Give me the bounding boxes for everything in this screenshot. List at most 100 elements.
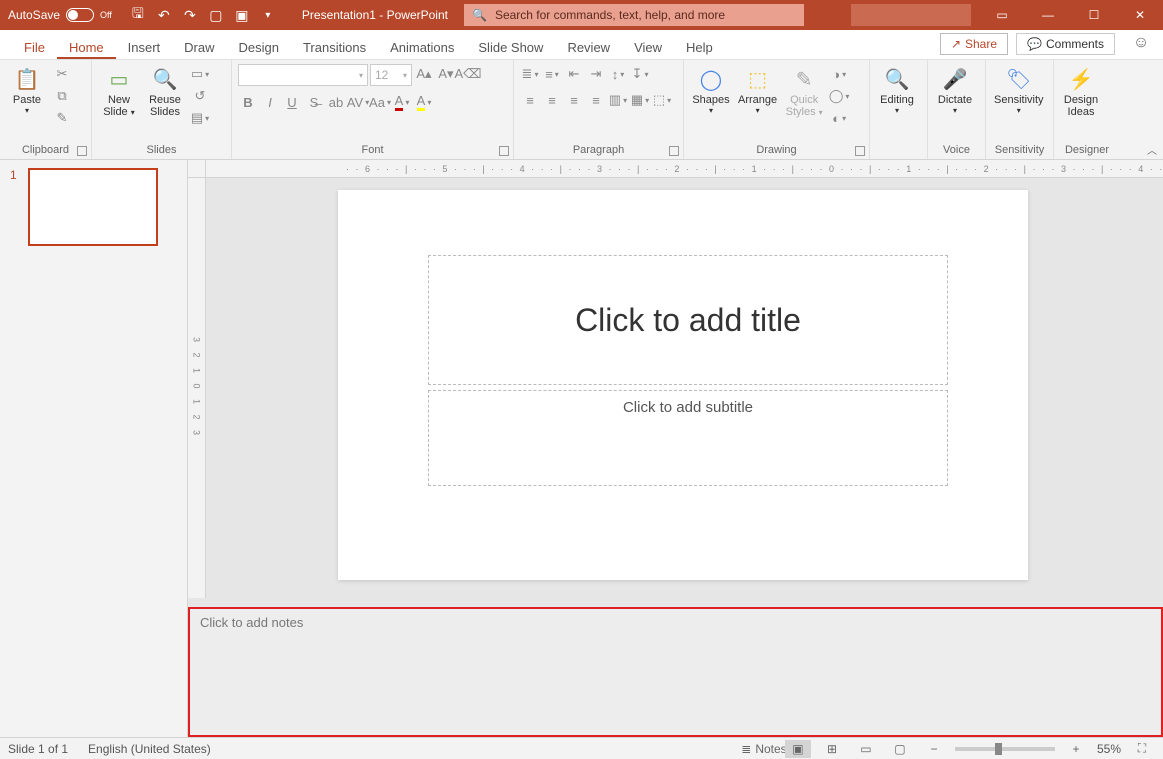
undo-icon[interactable]: ↶ xyxy=(152,3,176,27)
dialog-launcher-font[interactable] xyxy=(499,146,509,156)
slide-thumbnail-1[interactable]: 1 xyxy=(10,168,177,246)
slide-thumbnail-panel[interactable]: 1 xyxy=(0,160,188,737)
zoom-out-icon[interactable]: − xyxy=(921,740,947,758)
shapes-button[interactable]: ◯ Shapes▾ xyxy=(690,64,732,117)
collapse-ribbon-icon[interactable]: ︿ xyxy=(1147,142,1157,157)
comments-button[interactable]: 💬Comments xyxy=(1016,33,1115,55)
decrease-font-icon[interactable]: A▾ xyxy=(436,64,456,84)
tab-help[interactable]: Help xyxy=(674,34,725,59)
arrange-button[interactable]: ⬚ Arrange▾ xyxy=(736,64,779,117)
align-right-icon[interactable]: ≡ xyxy=(564,90,584,110)
strikethrough-icon[interactable]: S̶ xyxy=(304,92,324,112)
notes-toggle[interactable]: ≣Notes xyxy=(751,740,777,758)
zoom-percent[interactable]: 55% xyxy=(1097,742,1121,756)
copy-icon[interactable]: ⧉ xyxy=(52,86,72,106)
ribbon-display-options-icon[interactable]: ▭ xyxy=(979,0,1025,30)
decrease-indent-icon[interactable]: ⇤ xyxy=(564,64,584,84)
reuse-slides-button[interactable]: 🔍 Reuse Slides xyxy=(144,64,186,120)
dialog-launcher-drawing[interactable] xyxy=(855,146,865,156)
italic-icon[interactable]: I xyxy=(260,92,280,112)
underline-icon[interactable]: U xyxy=(282,92,302,112)
quick-styles-button[interactable]: ✎ Quick Styles ▾ xyxy=(783,64,825,120)
dialog-launcher-clipboard[interactable] xyxy=(77,146,87,156)
columns-icon[interactable]: ▥ xyxy=(608,90,628,110)
present-from-start-icon[interactable]: ▢ xyxy=(204,3,228,27)
autosave-toggle[interactable] xyxy=(66,8,94,22)
clear-formatting-icon[interactable]: A⌫ xyxy=(458,64,478,84)
design-ideas-button[interactable]: ⚡ Design Ideas xyxy=(1060,64,1102,120)
tab-animations[interactable]: Animations xyxy=(378,34,466,59)
new-slide-button[interactable]: ▭ New Slide ▾ xyxy=(98,64,140,120)
tab-review[interactable]: Review xyxy=(555,34,622,59)
line-spacing-icon[interactable]: ↕ xyxy=(608,64,628,84)
notes-pane[interactable]: Click to add notes xyxy=(188,607,1163,737)
normal-view-icon[interactable]: ▣ xyxy=(785,740,811,758)
align-center-icon[interactable]: ≡ xyxy=(542,90,562,110)
format-painter-icon[interactable]: ✎ xyxy=(52,108,72,128)
close-button[interactable]: ✕ xyxy=(1117,0,1163,30)
tab-transitions[interactable]: Transitions xyxy=(291,34,378,59)
dictate-button[interactable]: 🎤 Dictate▾ xyxy=(934,64,976,117)
font-size-combo[interactable]: 12▾ xyxy=(370,64,412,86)
slideshow-view-icon[interactable]: ▢ xyxy=(887,740,913,758)
save-icon[interactable]: 🖫 xyxy=(126,3,150,27)
shape-effects-icon[interactable]: ◐ xyxy=(829,108,849,128)
smartart-icon[interactable]: ⬚ xyxy=(652,90,672,110)
qat-more-icon[interactable]: ▾ xyxy=(256,3,280,27)
autosave-control[interactable]: AutoSave Off xyxy=(0,8,120,22)
paste-button[interactable]: 📋 Paste ▾ xyxy=(6,64,48,117)
tab-design[interactable]: Design xyxy=(227,34,291,59)
align-text-icon[interactable]: ▦ xyxy=(630,90,650,110)
font-color-icon[interactable]: A xyxy=(392,92,412,112)
horizontal-ruler[interactable]: · · 6 · · · | · · · 5 · · · | · · · 4 · … xyxy=(206,160,1163,178)
tab-insert[interactable]: Insert xyxy=(116,34,173,59)
zoom-slider[interactable] xyxy=(955,747,1055,751)
minimize-button[interactable]: — xyxy=(1025,0,1071,30)
reset-icon[interactable]: ↺ xyxy=(190,86,210,106)
numbering-icon[interactable]: ≡ xyxy=(542,64,562,84)
increase-font-icon[interactable]: A▴ xyxy=(414,64,434,84)
fit-to-window-icon[interactable]: ⛶ xyxy=(1129,740,1155,758)
increase-indent-icon[interactable]: ⇥ xyxy=(586,64,606,84)
present-icon[interactable]: ▣ xyxy=(230,3,254,27)
char-spacing-icon[interactable]: AV xyxy=(348,92,368,112)
layout-icon[interactable]: ▭ xyxy=(190,64,210,84)
shape-fill-icon[interactable]: ◑ xyxy=(829,64,849,84)
tab-file[interactable]: File xyxy=(12,34,57,59)
reading-view-icon[interactable]: ▭ xyxy=(853,740,879,758)
thumbnail-preview[interactable] xyxy=(28,168,158,246)
change-case-icon[interactable]: Aa xyxy=(370,92,390,112)
font-name-combo[interactable]: ▾ xyxy=(238,64,368,86)
redo-icon[interactable]: ↷ xyxy=(178,3,202,27)
bullets-icon[interactable]: ≣ xyxy=(520,64,540,84)
align-left-icon[interactable]: ≡ xyxy=(520,90,540,110)
shadow-icon[interactable]: ab xyxy=(326,92,346,112)
vertical-ruler[interactable]: 3 2 1 0 1 2 3 xyxy=(188,178,206,598)
section-icon[interactable]: ▤ xyxy=(190,108,210,128)
slide-canvas[interactable]: Click to add title Click to add subtitle xyxy=(338,190,1028,580)
tab-home[interactable]: Home xyxy=(57,34,116,59)
cut-icon[interactable]: ✂ xyxy=(52,64,72,84)
text-direction-icon[interactable]: ↧ xyxy=(630,64,650,84)
share-button[interactable]: ↗Share xyxy=(940,33,1008,55)
justify-icon[interactable]: ≡ xyxy=(586,90,606,110)
feedback-icon[interactable]: ☺ xyxy=(1127,29,1155,57)
tab-slide-show[interactable]: Slide Show xyxy=(466,34,555,59)
tell-me-search[interactable]: 🔍 Search for commands, text, help, and m… xyxy=(464,4,804,26)
account-button[interactable] xyxy=(851,4,971,26)
bold-icon[interactable]: B xyxy=(238,92,258,112)
slide-sorter-view-icon[interactable]: ⊞ xyxy=(819,740,845,758)
shape-outline-icon[interactable]: ◯ xyxy=(829,86,849,106)
sensitivity-button[interactable]: 🏷 Sensitivity▾ xyxy=(992,64,1046,117)
editing-button[interactable]: 🔍 Editing▾ xyxy=(876,64,918,117)
tab-view[interactable]: View xyxy=(622,34,674,59)
language-status[interactable]: English (United States) xyxy=(88,742,211,756)
subtitle-placeholder[interactable]: Click to add subtitle xyxy=(428,390,948,486)
tab-draw[interactable]: Draw xyxy=(172,34,226,59)
maximize-button[interactable]: ☐ xyxy=(1071,0,1117,30)
highlight-icon[interactable]: A xyxy=(414,92,434,112)
title-placeholder[interactable]: Click to add title xyxy=(428,255,948,385)
zoom-in-icon[interactable]: + xyxy=(1063,740,1089,758)
dialog-launcher-paragraph[interactable] xyxy=(669,146,679,156)
slide-counter[interactable]: Slide 1 of 1 xyxy=(8,742,68,756)
